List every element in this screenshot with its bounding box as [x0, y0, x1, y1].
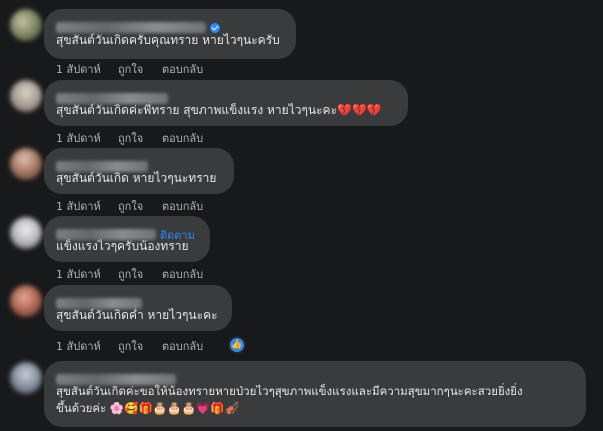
- commenter-name[interactable]: [56, 374, 176, 385]
- comment-actions: 1 สัปดาห์ ถูกใจ ตอบกลับ: [56, 265, 203, 283]
- commenter-name[interactable]: [56, 22, 206, 33]
- comment-bubble: ติดตาม แข็งแรงไวๆครับน้องทราย: [44, 216, 210, 262]
- avatar[interactable]: [10, 9, 42, 41]
- commenter-name[interactable]: [56, 298, 142, 309]
- like-button[interactable]: ถูกใจ: [118, 197, 162, 215]
- reply-button[interactable]: ตอบกลับ: [162, 60, 203, 78]
- comment-text: สุขสันต์วันเกิดครับคุณทราย หายไวๆนะครับ: [56, 33, 280, 47]
- reply-button[interactable]: ตอบกลับ: [162, 337, 203, 355]
- verified-badge-icon: [210, 22, 220, 33]
- comment-text-line-2: ขึ้นด้วยค่ะ 🌸🥰🎁🎂🎂🎂💗🎁🎻: [56, 401, 239, 415]
- comment-bubble: สุขสันต์วันเกิดค่ะขอให้น้องทรายหายป่วยไว…: [44, 361, 586, 427]
- like-button[interactable]: ถูกใจ: [118, 129, 162, 147]
- comment-bubble: สุขสันต์วันเกิดครับคุณทราย หายไวๆนะครับ: [44, 9, 296, 59]
- reply-button[interactable]: ตอบกลับ: [162, 197, 203, 215]
- like-button[interactable]: ถูกใจ: [118, 265, 162, 283]
- comment-text: สุขสันต์วันเกิดค่ำ หายไวๆนะคะ: [56, 308, 218, 322]
- timestamp[interactable]: 1 สัปดาห์: [56, 129, 118, 147]
- comment-actions: 1 สัปดาห์ ถูกใจ ตอบกลับ: [56, 337, 203, 355]
- comment-bubble: สุขสันต์วันเกิดค่ะพี่ทราย สุขภาพแข็งแรง …: [44, 80, 408, 126]
- comment-text: สุขสันต์วันเกิด หายไวๆนะทราย: [56, 171, 217, 185]
- timestamp[interactable]: 1 สัปดาห์: [56, 197, 118, 215]
- avatar[interactable]: [10, 148, 42, 180]
- comment-bubble: สุขสันต์วันเกิด หายไวๆนะทราย: [44, 148, 234, 194]
- comment-bubble: สุขสันต์วันเกิดค่ำ หายไวๆนะคะ: [44, 285, 232, 331]
- like-button[interactable]: ถูกใจ: [118, 337, 162, 355]
- comment-actions: 1 สัปดาห์ ถูกใจ ตอบกลับ: [56, 197, 203, 215]
- avatar[interactable]: [10, 80, 42, 112]
- comment-text: แข็งแรงไวๆครับน้องทราย: [56, 239, 189, 253]
- reply-button[interactable]: ตอบกลับ: [162, 129, 203, 147]
- comment-text: สุขสันต์วันเกิดค่ะพี่ทราย สุขภาพแข็งแรง …: [56, 103, 382, 117]
- comment-actions: 1 สัปดาห์ ถูกใจ ตอบกลับ: [56, 129, 203, 147]
- avatar[interactable]: [10, 362, 42, 394]
- timestamp[interactable]: 1 สัปดาห์: [56, 60, 118, 78]
- comment-actions: 1 สัปดาห์ ถูกใจ ตอบกลับ: [56, 60, 203, 78]
- comment-text-line-1: สุขสันต์วันเกิดค่ะขอให้น้องทรายหายป่วยไว…: [56, 384, 523, 398]
- like-button[interactable]: ถูกใจ: [118, 60, 162, 78]
- commenter-name[interactable]: [56, 229, 156, 240]
- timestamp[interactable]: 1 สัปดาห์: [56, 337, 118, 355]
- commenter-name[interactable]: [56, 161, 148, 172]
- reply-button[interactable]: ตอบกลับ: [162, 265, 203, 283]
- timestamp[interactable]: 1 สัปดาห์: [56, 265, 118, 283]
- commenter-name[interactable]: [56, 93, 168, 104]
- thumbs-up-icon[interactable]: 👍: [228, 336, 246, 354]
- avatar[interactable]: [10, 217, 42, 249]
- avatar[interactable]: [10, 285, 42, 317]
